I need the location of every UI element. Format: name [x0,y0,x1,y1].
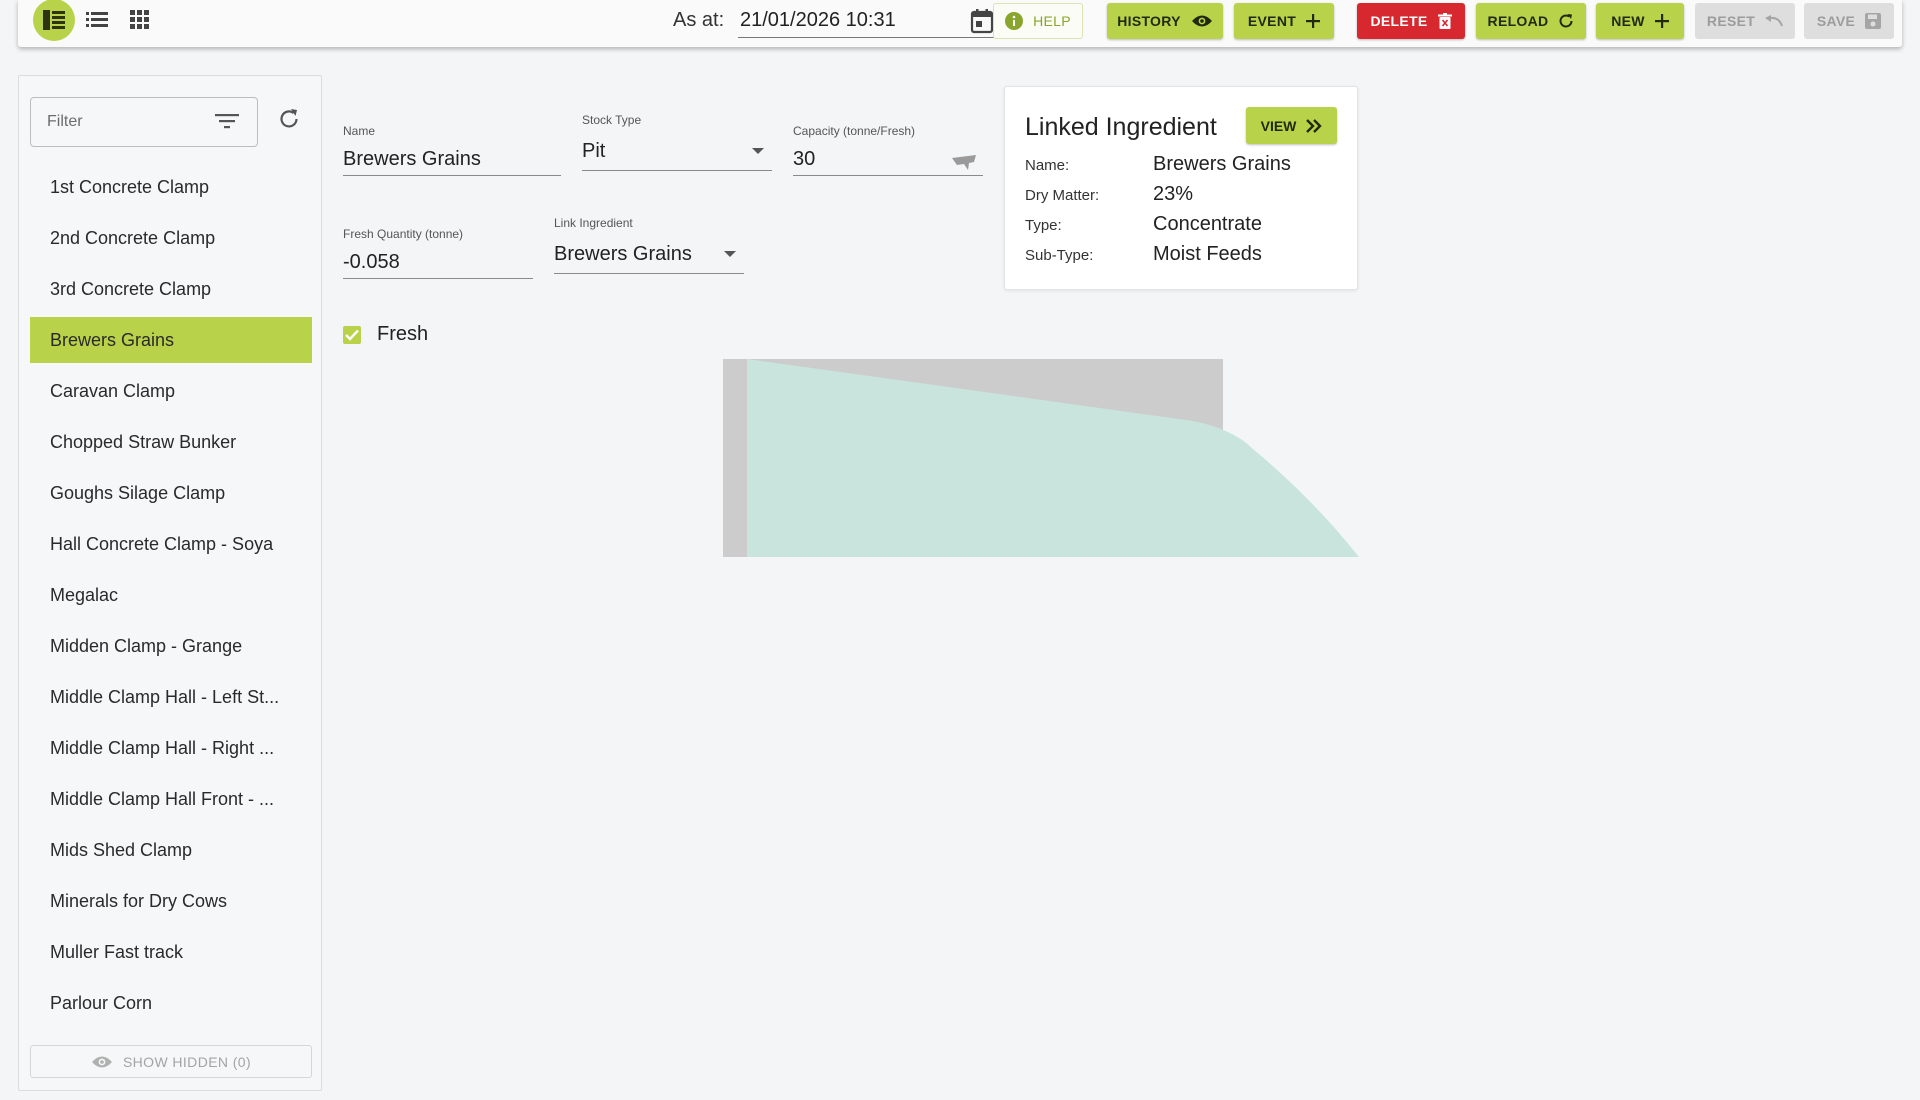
stock-list-item[interactable]: Megalac [30,572,312,618]
stock-list-item[interactable]: 2nd Concrete Clamp [30,215,312,261]
plus-icon [1654,14,1669,28]
ingredient-key: Name: [1025,157,1070,174]
stock-list-item[interactable]: Goughs Silage Clamp [30,470,312,516]
refresh-list-icon[interactable] [278,108,300,135]
ingredient-value: Moist Feeds [1153,243,1262,265]
ingredient-key: Sub-Type: [1025,247,1094,264]
chevron-down-icon [752,148,764,154]
filter-icon[interactable] [215,112,239,135]
fresh-label: Fresh [377,323,429,345]
stock-list: 1st Concrete Clamp 2nd Concrete Clamp 3rd … [30,164,312,1016]
event-button[interactable]: EVENT [1234,3,1334,39]
ingredient-value: Concentrate [1153,213,1262,235]
weight-scale-icon [951,154,977,177]
grid-view-icon[interactable] [119,0,161,40]
ingredient-name-row: Name: Brewers Grains [1025,153,1291,176]
split-view-icon[interactable] [33,0,75,41]
name-field: Name [343,124,561,176]
stock-list-item[interactable]: Middle Clamp Hall - Right ... [30,725,312,771]
reset-label: RESET [1706,13,1756,29]
top-toolbar: As at: HELP HISTORY EVENT DELETE RELOAD … [18,0,1902,47]
list-view-icon[interactable] [76,0,118,40]
undo-icon [1765,15,1784,27]
help-button[interactable]: HELP [993,3,1083,39]
save-icon [1865,13,1882,29]
capacity-label: Capacity (tonne/Fresh) [793,124,916,138]
check-icon [345,329,359,341]
ingredient-dry-matter-row: Dry Matter: 23% [1025,183,1193,206]
refresh-icon [1559,14,1573,28]
save-button[interactable]: SAVE [1804,3,1894,39]
view-ingredient-button[interactable]: VIEW [1246,107,1337,144]
link-ingredient-select[interactable]: Brewers Grains [554,236,744,274]
new-button[interactable]: NEW [1596,3,1684,39]
linked-ingredient-title: Linked Ingredient [1025,113,1217,141]
stock-type-label: Stock Type [582,113,642,127]
as-at-label: As at: [673,9,725,31]
eye-icon [1191,15,1212,27]
filter-input[interactable] [31,98,211,146]
history-label: HISTORY [1117,13,1181,29]
fresh-quantity-label: Fresh Quantity (tonne) [343,227,464,241]
event-label: EVENT [1247,13,1297,29]
as-at-datetime-input[interactable] [738,4,1000,38]
fresh-quantity-field: Fresh Quantity (tonne) [343,227,533,279]
calendar-icon[interactable] [970,8,994,39]
delete-label: DELETE [1370,13,1428,29]
name-input[interactable] [343,144,561,176]
new-label: NEW [1611,13,1645,29]
show-hidden-button[interactable]: SHOW HIDDEN (0) [30,1045,312,1078]
stock-list-item[interactable]: 1st Concrete Clamp [30,164,312,210]
capacity-field: Capacity (tonne/Fresh) [793,124,983,176]
info-icon [1005,12,1024,30]
show-hidden-label: SHOW HIDDEN (0) [122,1053,252,1070]
reload-button[interactable]: RELOAD [1476,3,1586,39]
stock-list-item[interactable]: Middle Clamp Hall Front - ... [30,776,312,822]
link-ingredient-label: Link Ingredient [554,216,633,230]
filter-field[interactable] [30,97,258,147]
stock-list-item[interactable]: Caravan Clamp [30,368,312,414]
stock-type-field: Stock Type Pit [582,113,772,171]
stock-list-item[interactable]: Chopped Straw Bunker [30,419,312,465]
stock-sidebar: 1st Concrete Clamp 2nd Concrete Clamp 3rd … [18,75,322,1091]
stock-list-item[interactable]: Mids Shed Clamp [30,827,312,873]
stock-list-item[interactable]: Midden Clamp - Grange [30,623,312,669]
ingredient-type-row: Type: Concentrate [1025,213,1262,236]
ingredient-sub-type-row: Sub-Type: Moist Feeds [1025,243,1262,266]
plus-icon [1306,14,1321,28]
stock-type-value: Pit [582,140,606,162]
save-label: SAVE [1816,13,1856,29]
stock-list-item[interactable]: Parlour Corn [30,980,312,1016]
view-label: VIEW [1260,117,1297,134]
reset-button[interactable]: RESET [1695,3,1795,39]
chevron-down-icon [724,251,736,257]
fresh-quantity-input[interactable] [343,247,533,279]
link-ingredient-field: Link Ingredient Brewers Grains [554,216,744,274]
stock-type-select[interactable]: Pit [582,133,772,171]
fresh-checkbox[interactable] [343,325,361,344]
stock-list-item[interactable]: Minerals for Dry Cows [30,878,312,924]
ingredient-value: 23% [1153,183,1194,205]
help-label: HELP [1033,13,1071,29]
ingredient-value: Brewers Grains [1153,153,1291,175]
reload-label: RELOAD [1487,13,1549,29]
ingredient-key: Dry Matter: [1025,187,1100,204]
linked-ingredient-card: Linked Ingredient VIEW Name: Brewers Gra… [1004,86,1358,290]
stock-list-item[interactable]: Middle Clamp Hall - Left St... [30,674,312,720]
fresh-checkbox-row: Fresh [343,323,428,346]
delete-button[interactable]: DELETE [1357,3,1465,39]
stock-list-item[interactable]: Muller Fast track [30,929,312,975]
stock-list-item[interactable]: 3rd Concrete Clamp [30,266,312,312]
ingredient-key: Type: [1025,217,1062,234]
eye-icon [91,1056,112,1067]
link-ingredient-value: Brewers Grains [554,243,692,265]
trash-icon [1437,13,1452,29]
stock-list-item[interactable]: Hall Concrete Clamp - Soya [30,521,312,567]
name-label: Name [343,124,376,138]
stock-list-item[interactable]: Brewers Grains [30,317,312,363]
double-chevron-right-icon [1306,118,1323,133]
history-button[interactable]: HISTORY [1107,3,1223,39]
pit-visualisation [723,359,1359,557]
